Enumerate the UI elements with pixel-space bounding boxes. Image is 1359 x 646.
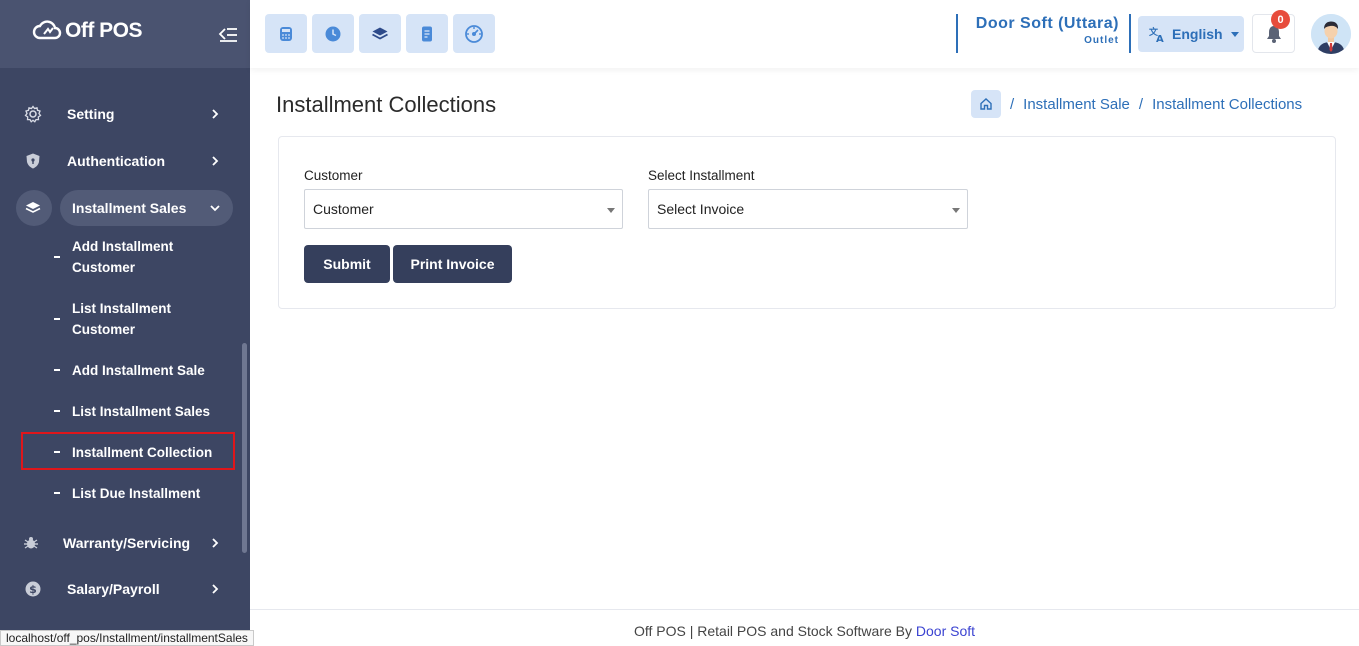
- collection-form-card: Customer Customer Select Installment Sel…: [278, 136, 1336, 309]
- brand-name: Off POS: [65, 19, 143, 42]
- brand-logo[interactable]: Off POS: [32, 18, 143, 44]
- customer-select[interactable]: Customer: [304, 189, 623, 229]
- sidebar-item-label: Installment Sales: [72, 200, 187, 216]
- bug-icon: [24, 537, 38, 549]
- brand-bar: Off POS: [0, 0, 250, 68]
- sidebar-item-warranty-servicing[interactable]: Warranty/Servicing: [0, 523, 242, 563]
- installment-select[interactable]: Select Invoice: [648, 189, 968, 229]
- sidebar-item-label: Setting: [67, 106, 115, 122]
- dash-bullet: [54, 410, 60, 412]
- calculator-button[interactable]: [265, 14, 307, 53]
- sidebar-item-salary-payroll[interactable]: $ Salary/Payroll: [0, 569, 242, 609]
- sub-item-add-installment-sale[interactable]: Add Installment Sale: [0, 360, 242, 381]
- sub-item-list-installment-customer[interactable]: List Installment Customer: [0, 298, 242, 340]
- sub-item-label: List Installment Sales: [72, 404, 211, 419]
- caret-down-icon: [1230, 31, 1239, 37]
- breadcrumb-installment-sale[interactable]: Installment Sale: [1023, 96, 1130, 113]
- sidebar: Off POS Setting Authentication Installme…: [0, 0, 250, 646]
- caret-down-icon: [607, 208, 615, 213]
- sub-item-list-installment-sales[interactable]: List Installment Sales: [0, 401, 242, 422]
- footer: Off POS | Retail POS and Stock Software …: [250, 609, 1359, 646]
- top-header: Door Soft (Uttara) Outlet 文 A English 0: [250, 0, 1359, 68]
- sidebar-item-setting[interactable]: Setting: [0, 94, 242, 134]
- cloud-logo-icon: [32, 20, 62, 40]
- calculator-icon: [280, 26, 292, 41]
- user-avatar-icon: [1311, 14, 1351, 54]
- footer-text: Off POS | Retail POS and Stock Software …: [633, 623, 916, 639]
- sub-item-installment-collection[interactable]: Installment Collection: [0, 442, 242, 463]
- layers-icon: [25, 202, 41, 213]
- chevron-right-icon: [212, 584, 219, 594]
- chevron-down-icon: [210, 205, 220, 212]
- chevron-right-icon: [212, 538, 219, 548]
- language-label: English: [1172, 26, 1223, 42]
- chevron-right-icon: [212, 109, 219, 119]
- layers-icon: [372, 27, 388, 40]
- dollar-icon: $: [25, 581, 41, 597]
- customer-label: Customer: [304, 168, 363, 183]
- document-icon: [422, 26, 432, 41]
- sub-item-label: List Due Installment: [72, 486, 201, 501]
- dash-bullet: [54, 318, 60, 320]
- submit-button[interactable]: Submit: [304, 245, 390, 283]
- chevron-right-icon: [212, 156, 219, 166]
- print-invoice-button[interactable]: Print Invoice: [393, 245, 512, 283]
- gear-icon: [24, 105, 42, 123]
- clock-button[interactable]: [312, 14, 354, 53]
- dashboard-button[interactable]: [453, 14, 495, 53]
- footer-link[interactable]: Door Soft: [916, 623, 975, 639]
- breadcrumb-home[interactable]: [971, 90, 1001, 118]
- customer-select-value: Customer: [313, 201, 374, 217]
- dash-bullet: [54, 256, 60, 258]
- breadcrumb-separator: /: [1138, 95, 1144, 113]
- sidebar-scrollbar[interactable]: [242, 343, 247, 553]
- sub-item-label: Add Installment Sale: [72, 363, 205, 378]
- sub-item-list-due-installment[interactable]: List Due Installment: [0, 483, 242, 504]
- home-icon: [980, 98, 992, 110]
- sidebar-item-label: Salary/Payroll: [67, 581, 160, 597]
- clock-icon: [325, 26, 341, 41]
- layers-button[interactable]: [359, 14, 401, 53]
- dash-bullet: [54, 451, 60, 453]
- sub-item-add-installment-customer[interactable]: Add Installment Customer: [0, 236, 242, 278]
- sub-item-label: Installment Collection: [72, 445, 213, 460]
- installment-select-value: Select Invoice: [657, 201, 745, 217]
- breadcrumb-separator: /: [1010, 95, 1015, 113]
- sub-item-label: Add Installment Customer: [72, 239, 174, 275]
- outlet-label: Outlet: [1084, 35, 1119, 46]
- sidebar-item-authentication[interactable]: Authentication: [0, 141, 242, 181]
- status-bar-url: localhost/off_pos/Installment/installmen…: [0, 630, 254, 646]
- language-selector[interactable]: 文 A English: [1138, 16, 1244, 52]
- collapse-menu-icon[interactable]: [216, 24, 238, 46]
- sidebar-item-installment-sales[interactable]: Installment Sales: [0, 188, 242, 228]
- breadcrumb-current: Installment Collections: [1152, 95, 1303, 113]
- translate-icon: 文 A: [1148, 26, 1164, 43]
- header-divider: [1129, 14, 1131, 53]
- user-avatar[interactable]: [1311, 14, 1351, 54]
- header-divider: [956, 14, 958, 53]
- sidebar-item-label: Authentication: [67, 153, 165, 169]
- dash-bullet: [54, 369, 60, 371]
- document-button[interactable]: [406, 14, 448, 53]
- notification-count-badge: 0: [1271, 10, 1290, 29]
- sidebar-item-label: Warranty/Servicing: [63, 535, 191, 551]
- dash-bullet: [54, 492, 60, 494]
- outlet-name: Door Soft (Uttara): [975, 15, 1119, 32]
- sub-item-label: List Installment Customer: [72, 301, 172, 337]
- dashboard-icon: [465, 24, 483, 43]
- shield-icon: [26, 153, 40, 169]
- breadcrumb: / Installment Sale / Installment Collect…: [971, 90, 1302, 118]
- page-title: Installment Collections: [276, 92, 497, 117]
- installment-label: Select Installment: [648, 168, 755, 183]
- svg-text:A: A: [1156, 34, 1164, 43]
- outlet-selector[interactable]: Door Soft (Uttara) Outlet: [967, 15, 1119, 46]
- caret-down-icon: [952, 208, 960, 213]
- svg-text:$: $: [29, 583, 37, 596]
